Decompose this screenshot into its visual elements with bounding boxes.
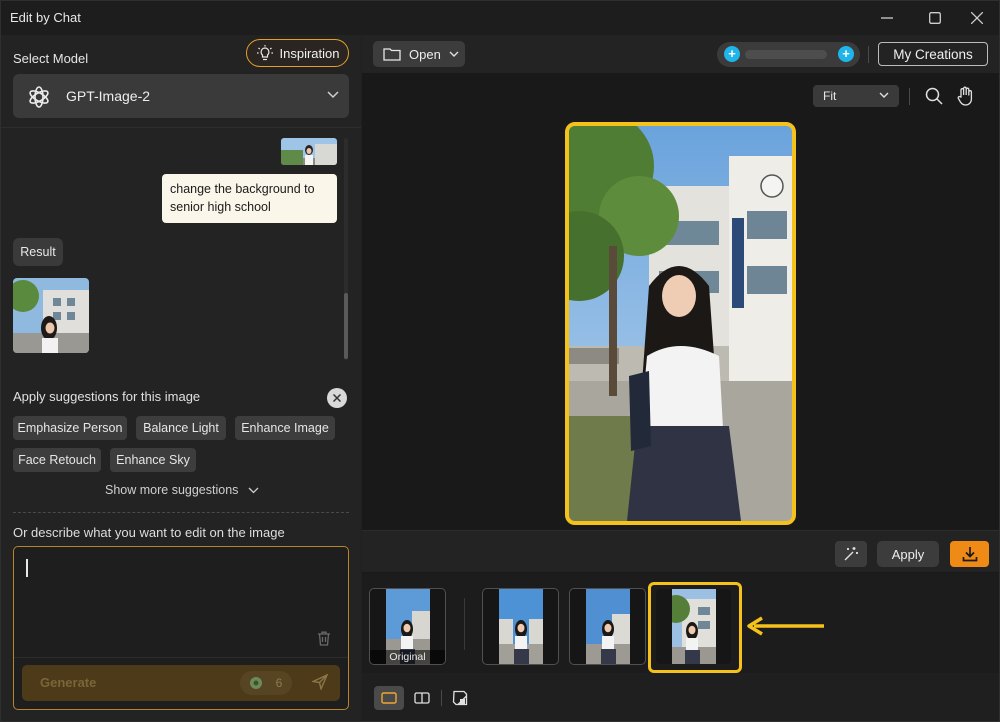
chat-scrollbar-thumb[interactable] [344, 293, 348, 359]
arrow-left-icon [747, 616, 824, 636]
blurred-account-info [745, 50, 827, 59]
selected-version-highlight [648, 582, 742, 673]
bottom-divider [441, 690, 442, 706]
download-icon [962, 547, 977, 562]
trash-icon[interactable] [317, 631, 331, 646]
minimize-button[interactable] [867, 1, 907, 35]
chevron-down-icon [327, 91, 339, 99]
close-window-button[interactable] [957, 1, 997, 35]
suggestion-chip-emphasize-person[interactable]: Emphasize Person [13, 416, 127, 440]
maximize-button[interactable] [915, 1, 955, 35]
right-panel: Open + + My Creations Fit Apply Original [362, 35, 999, 721]
title-bar: Edit by Chat [1, 1, 999, 35]
account-credits-pill[interactable]: + + [717, 42, 860, 67]
open-label: Open [409, 46, 441, 62]
single-view-icon [381, 692, 397, 704]
model-name: GPT-Image-2 [66, 88, 151, 104]
user-image-thumbnail[interactable] [281, 138, 337, 165]
chevron-down-icon [879, 92, 889, 98]
suggestions-title: Apply suggestions for this image [13, 389, 201, 404]
magic-wand-icon [844, 547, 858, 561]
hand-icon [957, 86, 973, 106]
magnifier-icon [925, 87, 943, 105]
filmstrip-item-original[interactable]: Original [369, 588, 446, 665]
plus-icon: + [724, 46, 740, 62]
left-panel: Select Model Inspiration GPT-Image-2 cha… [1, 35, 361, 721]
my-creations-button[interactable]: My Creations [878, 42, 988, 66]
credits-count: 6 [275, 676, 283, 690]
main-image-preview[interactable] [565, 122, 796, 525]
split-view-icon [414, 692, 430, 704]
result-label: Result [13, 238, 63, 266]
suggestion-chip-balance-light[interactable]: Balance Light [136, 416, 226, 440]
zoom-value: Fit [823, 89, 837, 103]
filmstrip-item-version-1[interactable] [482, 588, 559, 665]
chevron-down-icon [449, 51, 459, 57]
maximize-icon [929, 12, 941, 24]
window-title: Edit by Chat [10, 10, 81, 25]
lightbulb-icon [256, 45, 273, 61]
single-view-button[interactable] [374, 686, 404, 710]
credit-icon [249, 677, 262, 689]
close-suggestions-button[interactable] [327, 388, 347, 408]
show-more-suggestions-button[interactable]: Show more suggestions [105, 483, 259, 497]
close-icon [971, 12, 983, 24]
result-image-thumbnail[interactable] [13, 278, 89, 353]
canvas-toolbar-divider [909, 88, 910, 105]
text-caret [26, 559, 28, 577]
divider [13, 512, 349, 513]
generate-label: Generate [40, 675, 97, 690]
version-1-thumbnail [499, 589, 543, 664]
eraser-icon [452, 690, 468, 706]
show-more-label: Show more suggestions [105, 483, 239, 497]
suggestion-chip-face-retouch[interactable]: Face Retouch [13, 448, 101, 472]
describe-label: Or describe what you want to edit on the… [13, 525, 285, 540]
download-button[interactable] [950, 541, 989, 567]
model-select[interactable]: GPT-Image-2 [13, 74, 349, 118]
erase-button[interactable] [445, 686, 475, 710]
prompt-divider [14, 657, 348, 658]
apply-button[interactable]: Apply [877, 541, 939, 567]
version-filmstrip: Original [362, 573, 999, 673]
select-model-label: Select Model [13, 51, 89, 66]
suggestion-chip-enhance-sky[interactable]: Enhance Sky [110, 448, 196, 472]
toolbar-divider [868, 46, 869, 63]
pan-tool-button[interactable] [955, 85, 977, 107]
bottom-bar [362, 673, 999, 721]
filmstrip-item-version-2[interactable] [569, 588, 646, 665]
close-icon [333, 394, 341, 402]
magic-wand-button[interactable] [835, 541, 867, 567]
generate-button[interactable]: Generate 6 [22, 665, 340, 701]
open-button[interactable]: Open [373, 41, 465, 67]
folder-icon [383, 48, 401, 61]
openai-logo-icon [29, 86, 49, 108]
version-2-thumbnail [586, 589, 630, 664]
user-message-bubble: change the background to senior high sch… [162, 174, 337, 223]
action-bar: Apply [362, 530, 999, 572]
zoom-select[interactable]: Fit [813, 85, 899, 107]
inspiration-button[interactable]: Inspiration [246, 39, 349, 67]
original-caption: Original [370, 650, 445, 664]
canvas-area: Fit [362, 73, 999, 530]
send-icon [312, 674, 328, 690]
suggestion-chip-enhance-image[interactable]: Enhance Image [235, 416, 335, 440]
edited-image [569, 126, 792, 521]
minimize-icon [881, 17, 893, 19]
prompt-input[interactable]: Generate 6 [13, 546, 349, 710]
inspiration-label: Inspiration [279, 45, 340, 61]
zoom-tool-button[interactable] [923, 85, 945, 107]
compare-view-button[interactable] [407, 686, 437, 710]
app-window: Edit by Chat Select Model Inspiration GP… [0, 0, 1000, 722]
add-credits-icon[interactable]: + [838, 46, 854, 62]
chevron-down-icon [248, 487, 259, 493]
credits-badge: 6 [240, 671, 292, 695]
chat-history: change the background to senior high sch… [1, 127, 361, 363]
top-toolbar: Open + + My Creations [362, 35, 999, 73]
filmstrip-divider [464, 598, 465, 650]
